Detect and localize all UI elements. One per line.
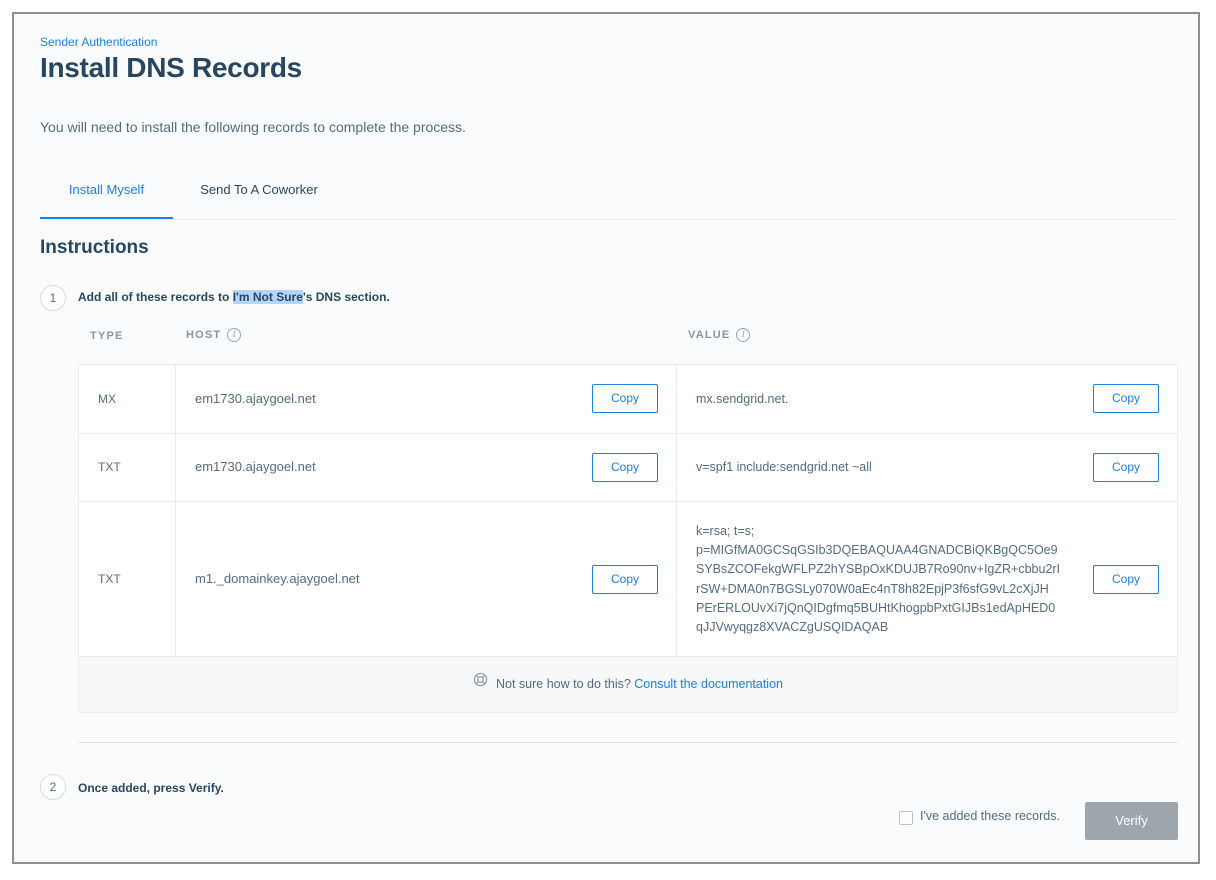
value-line: SYBsZCOFekgWFLPZ2hYSBpOxKDUJB7Ro90nv+IgZ… — [696, 562, 1061, 577]
table-row: TXT m1._domainkey.ajaygoel.net Copy k=rs… — [79, 502, 1177, 657]
copy-value-button[interactable]: Copy — [1093, 453, 1159, 482]
tab-send-to-coworker[interactable]: Send To A Coworker — [190, 169, 328, 217]
step-1-number: 1 — [40, 285, 66, 311]
step-2-text: Once added, press Verify. — [78, 781, 224, 795]
host-info-icon[interactable]: i — [227, 328, 242, 342]
step-1-text-before: Add all of these records to — [78, 290, 233, 304]
instructions-title: Instructions — [40, 237, 149, 258]
value-line: PErERLOUvXi7jQnQIDgfmq5BUHtKhogpbPxtGIJB… — [696, 600, 1056, 615]
intro-text: You will need to install the following r… — [40, 119, 466, 135]
column-header-value: VALUE i — [688, 328, 751, 342]
column-header-host: HOST i — [186, 328, 242, 342]
record-host: m1._domainkey.ajaygoel.net — [195, 571, 360, 586]
verify-button[interactable]: Verify — [1085, 802, 1178, 840]
column-divider — [676, 434, 677, 501]
page-frame: Sender Authentication Install DNS Record… — [12, 12, 1200, 864]
record-host: em1730.ajaygoel.net — [195, 459, 316, 474]
table-row: TXT em1730.ajaygoel.net Copy v=spf1 incl… — [79, 434, 1177, 502]
column-divider — [676, 502, 677, 656]
record-type: TXT — [98, 572, 121, 586]
record-type: TXT — [98, 460, 121, 474]
column-divider — [175, 502, 176, 656]
record-type: MX — [98, 392, 116, 406]
column-divider — [175, 365, 176, 433]
column-divider — [676, 365, 677, 433]
value-info-icon[interactable]: i — [736, 328, 751, 342]
tab-bar: Install Myself Send To A Coworker — [40, 169, 1178, 220]
step-1-text: Add all of these records to I'm Not Sure… — [78, 290, 390, 304]
column-header-type: TYPE — [90, 330, 124, 342]
column-header-value-label: VALUE — [688, 328, 731, 341]
copy-value-button[interactable]: Copy — [1093, 565, 1159, 594]
value-line: rSW+DMA0n7BGSLy070W0aEc4nT8h82EpjP3f6sfG… — [696, 581, 1049, 596]
tab-install-myself[interactable]: Install Myself — [40, 169, 173, 219]
documentation-help-row: Not sure how to do this? Consult the doc… — [79, 657, 1177, 712]
value-line: p=MIGfMA0GCSqGSIb3DQEBAQUAA4GNADCBiQKBgQ… — [696, 543, 1058, 558]
breadcrumb-sender-authentication[interactable]: Sender Authentication — [40, 35, 157, 49]
column-header-host-label: HOST — [186, 328, 222, 341]
step-1-text-after: 's DNS section. — [302, 290, 390, 304]
record-host: em1730.ajaygoel.net — [195, 391, 316, 406]
value-line: qJJVwyqgz8XVACZgUSQIDAQAB — [696, 620, 889, 635]
table-row: MX em1730.ajaygoel.net Copy mx.sendgrid.… — [79, 365, 1177, 434]
column-divider — [175, 434, 176, 501]
help-text: Not sure how to do this? — [496, 677, 631, 691]
domain-name-highlight: I'm Not Sure — [232, 290, 303, 304]
record-value: v=spf1 include:sendgrid.net ~all — [696, 460, 872, 474]
copy-host-button[interactable]: Copy — [592, 384, 658, 413]
step-2-number: 2 — [40, 774, 66, 800]
records-added-checkbox[interactable] — [899, 811, 913, 825]
copy-host-button[interactable]: Copy — [592, 453, 658, 482]
dns-records-table: MX em1730.ajaygoel.net Copy mx.sendgrid.… — [78, 364, 1178, 713]
records-added-label[interactable]: I've added these records. — [920, 809, 1060, 823]
lifebuoy-icon — [473, 656, 488, 711]
page-title: Install DNS Records — [40, 52, 302, 83]
record-value: mx.sendgrid.net. — [696, 392, 789, 406]
consult-documentation-link[interactable]: Consult the documentation — [634, 677, 783, 691]
column-header-type-label: TYPE — [90, 330, 124, 342]
copy-value-button[interactable]: Copy — [1093, 384, 1159, 413]
copy-host-button[interactable]: Copy — [592, 565, 658, 594]
value-line: k=rsa; t=s; — [696, 524, 755, 538]
record-value-dkim: k=rsa; t=s; p=MIGfMA0GCSqGSIb3DQEBAQUAA4… — [696, 522, 1068, 637]
section-divider — [78, 742, 1178, 743]
